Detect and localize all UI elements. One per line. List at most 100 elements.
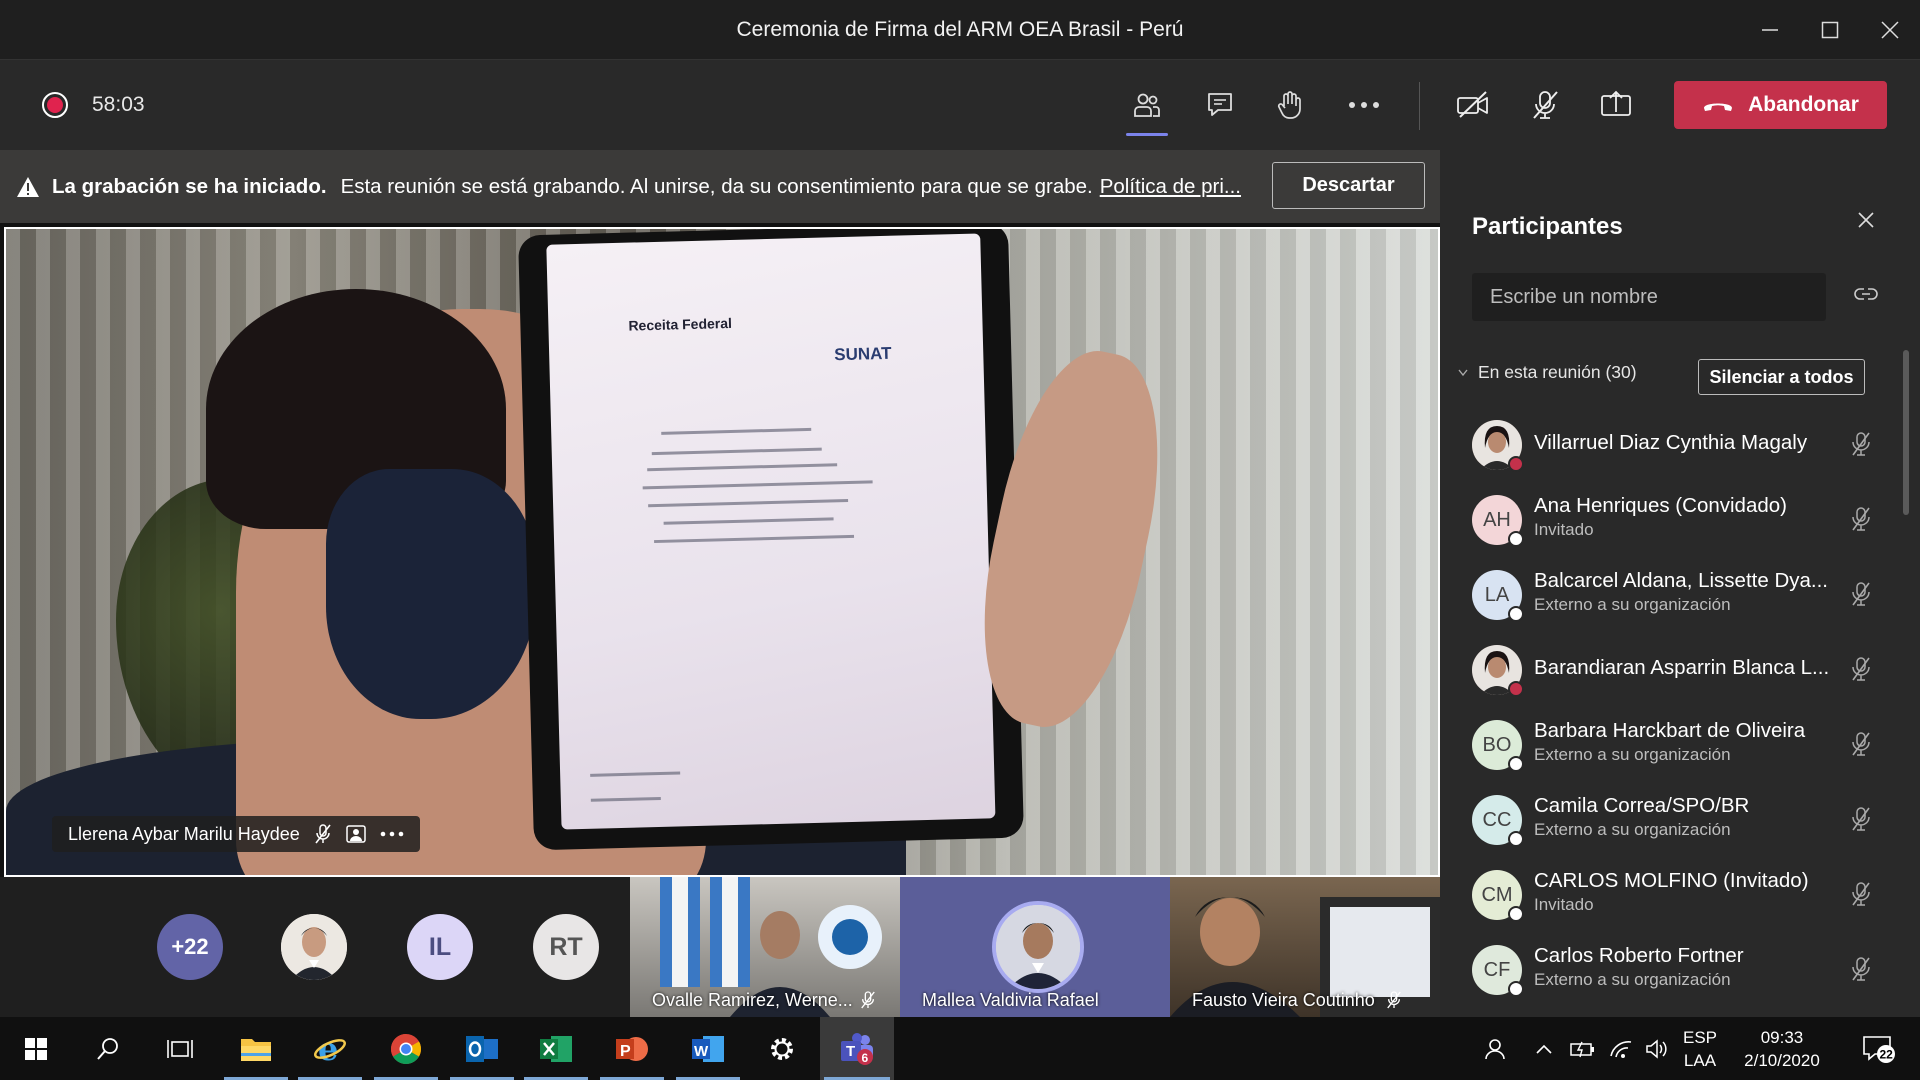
mic-off-icon[interactable]: [1850, 656, 1872, 687]
taskbar-excel[interactable]: [520, 1017, 592, 1080]
raise-hand-button[interactable]: [1265, 82, 1315, 128]
taskbar-powerpoint[interactable]: P: [596, 1017, 668, 1080]
mic-off-icon[interactable]: [1850, 506, 1872, 537]
participant-name: Carlos Roberto Fortner: [1534, 944, 1744, 967]
input-language-indicator[interactable]: ESP LAA: [1680, 1026, 1720, 1072]
participant-video-tile[interactable]: Mallea Valdivia Rafael: [900, 877, 1170, 1017]
more-icon: [1349, 102, 1379, 108]
participant-row[interactable]: CM CARLOS MOLFINO (Invitado) Invitado: [1472, 857, 1902, 932]
start-button[interactable]: [0, 1017, 72, 1080]
taskbar-word[interactable]: W: [672, 1017, 744, 1080]
svg-text:W: W: [694, 1043, 709, 1060]
participant-row[interactable]: Barandiaran Asparrin Blanca L...: [1472, 632, 1902, 707]
minimize-button[interactable]: [1740, 0, 1800, 60]
window-title: Ceremonia de Firma del ARM OEA Brasil - …: [736, 17, 1184, 41]
more-actions-button[interactable]: [1339, 82, 1389, 128]
tile-participant-name: Ovalle Ramirez, Werne...: [652, 990, 853, 1010]
show-participants-button[interactable]: [1122, 82, 1172, 136]
mic-off-icon[interactable]: [1850, 806, 1872, 837]
in-meeting-section-header[interactable]: En esta reunión (30): [1458, 362, 1637, 383]
clock-date: 2/10/2020: [1744, 1051, 1820, 1070]
participant-role: Externo a su organización: [1534, 970, 1731, 989]
maximize-button[interactable]: [1800, 0, 1860, 60]
camera-toggle-button[interactable]: [1448, 82, 1498, 128]
mute-all-button[interactable]: Silenciar a todos: [1698, 359, 1865, 395]
speaker-name: Llerena Aybar Marilu Haydee: [68, 823, 300, 844]
people-button[interactable]: [1476, 1017, 1512, 1080]
overflow-participants-button[interactable]: +22: [157, 914, 223, 980]
presence-status-icon: [1508, 756, 1524, 772]
pin-video-icon[interactable]: [346, 825, 366, 843]
leave-meeting-button[interactable]: Abandonar: [1674, 81, 1887, 129]
wifi-icon: [1610, 1040, 1632, 1058]
participant-name: Barandiaran Asparrin Blanca L...: [1534, 656, 1830, 679]
close-window-button[interactable]: [1860, 0, 1920, 60]
search-button[interactable]: [72, 1017, 144, 1080]
participant-avatar-rt[interactable]: RT: [533, 914, 599, 980]
word-icon: W: [692, 1035, 724, 1062]
microphone-toggle-button[interactable]: [1520, 82, 1570, 128]
mic-off-icon[interactable]: [1850, 431, 1872, 462]
maximize-icon: [1821, 21, 1839, 39]
participant-row[interactable]: Villarruel Diaz Cynthia Magaly: [1472, 407, 1902, 482]
show-hidden-icons-button[interactable]: [1530, 1017, 1558, 1080]
participant-name: Villarruel Diaz Cynthia Magaly: [1534, 431, 1808, 454]
tile-participant-name: Mallea Valdivia Rafael: [922, 990, 1099, 1010]
presence-status-icon: [1508, 831, 1524, 847]
taskbar-file-explorer[interactable]: [220, 1017, 292, 1080]
raise-hand-icon: [1277, 91, 1301, 119]
speaker-icon: [1646, 1038, 1667, 1059]
participant-video-tile[interactable]: Fausto Vieira Coutinho: [1170, 877, 1440, 1017]
keyboard-layout: LAA: [1683, 1051, 1717, 1070]
active-speaker-video[interactable]: Receita Federal SUNAT Llerena Aybar Mari…: [4, 227, 1440, 877]
participant-row[interactable]: AH Ana Henriques (Convidado) Invitado: [1472, 482, 1902, 557]
share-screen-button[interactable]: [1591, 82, 1641, 128]
taskbar-chrome[interactable]: [370, 1017, 442, 1080]
participant-row[interactable]: CF Carlos Roberto Fortner Externo a su org…: [1472, 932, 1902, 1007]
taskbar-settings[interactable]: [746, 1017, 818, 1080]
document-text-line: [648, 498, 849, 508]
participant-strip: +22 IL RT Ovalle Ramirez, Werne... Malle…: [0, 877, 1440, 1017]
recording-indicator-icon: [42, 92, 68, 118]
task-view-icon: [167, 1039, 193, 1058]
mic-off-icon[interactable]: [1850, 956, 1872, 987]
taskbar-outlook[interactable]: [446, 1017, 518, 1080]
task-view-button[interactable]: [144, 1017, 216, 1080]
participants-panel: Participantes En esta reunión (30) Silen…: [1440, 150, 1920, 1017]
participant-row[interactable]: BO Barbara Harckbart de Oliveira Externo a…: [1472, 707, 1902, 782]
taskbar-teams[interactable]: T 6: [820, 1017, 894, 1080]
participants-icon: [1134, 93, 1160, 117]
mic-off-icon[interactable]: [1850, 731, 1872, 762]
document-signature-block: [590, 796, 661, 802]
participant-avatar-photo[interactable]: [281, 914, 347, 980]
wifi-button[interactable]: [1606, 1017, 1636, 1080]
system-clock[interactable]: 09:33 2/10/2020: [1722, 1026, 1842, 1072]
battery-charging-icon: [1570, 1041, 1594, 1057]
clock-time: 09:33: [1760, 1028, 1804, 1047]
participant-search-input[interactable]: [1472, 273, 1826, 321]
taskbar-internet-explorer[interactable]: e: [294, 1017, 366, 1080]
tablet-device: Receita Federal SUNAT: [518, 229, 1024, 851]
participant-video-tile[interactable]: Ovalle Ramirez, Werne...: [630, 877, 900, 1017]
language-code: ESP: [1682, 1028, 1718, 1047]
participant-avatar-il[interactable]: IL: [407, 914, 473, 980]
show-chat-button[interactable]: [1195, 82, 1245, 128]
participant-name: Balcarcel Aldana, Lissette Dya...: [1534, 569, 1828, 592]
mic-off-icon[interactable]: [1850, 581, 1872, 612]
share-invite-link-icon[interactable]: [1854, 285, 1878, 303]
battery-button[interactable]: [1568, 1017, 1598, 1080]
participant-name: CARLOS MOLFINO (Invitado): [1534, 869, 1809, 892]
participant-role: Externo a su organización: [1534, 595, 1731, 614]
mic-off-icon: [1387, 991, 1401, 1009]
privacy-policy-link[interactable]: Política de pri...: [1100, 175, 1241, 199]
participant-row[interactable]: LA Balcarcel Aldana, Lissette Dya... Exter…: [1472, 557, 1902, 632]
dismiss-banner-button[interactable]: Descartar: [1272, 162, 1425, 209]
video-options-icon[interactable]: [380, 831, 404, 837]
participant-row[interactable]: CC Camila Correa/SPO/BR Externo a su organ…: [1472, 782, 1902, 857]
mic-off-icon[interactable]: [1850, 881, 1872, 912]
close-panel-icon[interactable]: [1858, 212, 1874, 228]
panel-scrollbar[interactable]: [1903, 350, 1909, 515]
action-center-button[interactable]: 22: [1852, 1017, 1906, 1080]
volume-button[interactable]: [1640, 1017, 1674, 1080]
chat-icon: [1208, 93, 1232, 116]
